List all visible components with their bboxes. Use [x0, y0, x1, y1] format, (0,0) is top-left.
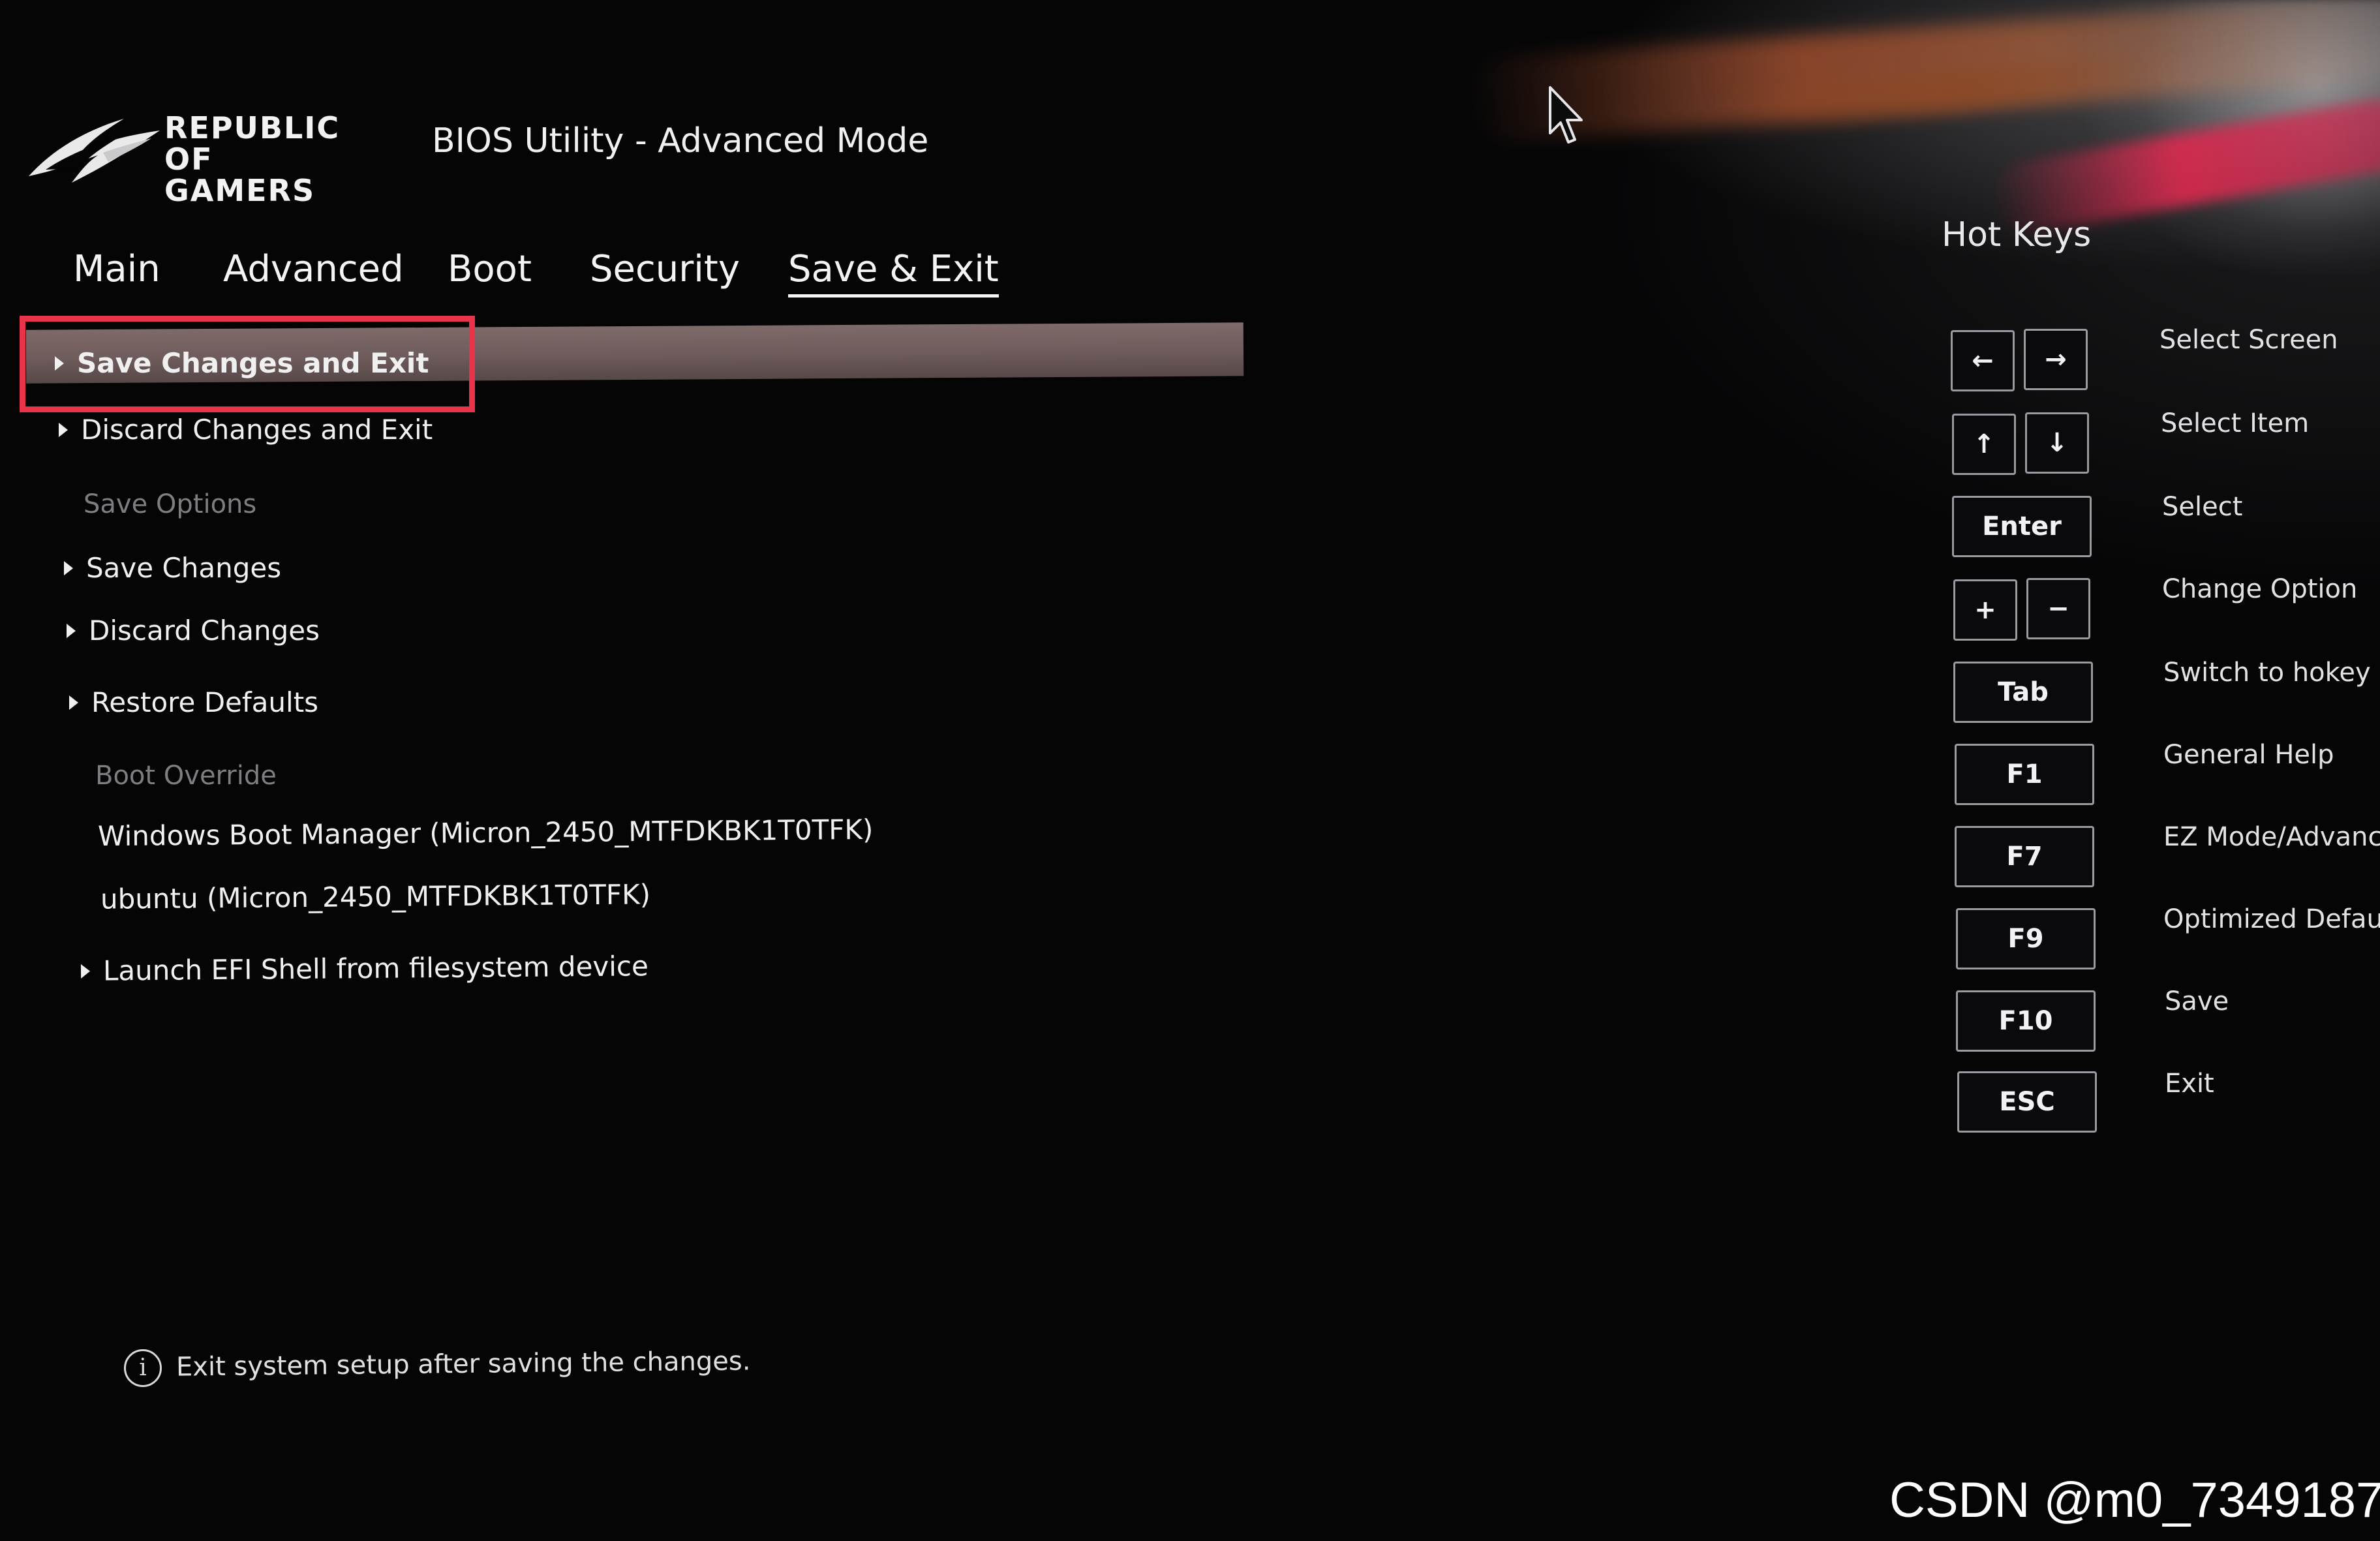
- tab-save-exit[interactable]: Save & Exit: [788, 248, 999, 298]
- key-f10: F10: [1956, 990, 2096, 1052]
- key-right-arrow: →: [2024, 329, 2088, 390]
- help-text: Exit system setup after saving the chang…: [175, 1346, 751, 1382]
- rog-logo: REPUBLIC OF GAMERS: [26, 98, 398, 206]
- background-glow: [2088, 0, 2380, 274]
- key-enter: Enter: [1952, 496, 2092, 557]
- chevron-right-icon: [80, 964, 91, 979]
- section-label-save-options: Save Options: [84, 489, 257, 519]
- key-up-arrow: ↑: [1952, 414, 2016, 475]
- hotkey-desc-optimized-defaults: Optimized Default: [2163, 904, 2380, 934]
- app-title: BIOS Utility - Advanced Mode: [432, 121, 929, 160]
- background-swoosh-orange: [1466, 0, 2380, 144]
- watermark: CSDN @m0_73491872: [1889, 1472, 2380, 1528]
- chevron-right-icon: [69, 695, 78, 710]
- key-f9: F9: [1956, 908, 2096, 969]
- bios-screen: REPUBLIC OF GAMERS BIOS Utility - Advanc…: [0, 0, 2380, 1541]
- hotkey-desc-exit: Exit: [2165, 1069, 2214, 1099]
- selection-annotation-box: [20, 316, 475, 412]
- hotkey-desc-ez-mode: EZ Mode/Advanced: [2163, 822, 2380, 852]
- hotkeys-title: Hot Keys: [1942, 215, 2092, 254]
- key-down-arrow: ↓: [2025, 412, 2089, 474]
- chevron-right-icon: [67, 624, 76, 638]
- key-tab: Tab: [1953, 662, 2093, 723]
- chevron-right-icon: [64, 561, 73, 575]
- menu-item-label: Save Changes: [86, 552, 282, 584]
- menu-item-restore-defaults[interactable]: Restore Defaults: [69, 686, 318, 718]
- menu-item-windows-boot-manager[interactable]: Windows Boot Manager (Micron_2450_MTFDKB…: [98, 814, 874, 852]
- key-esc: ESC: [1957, 1071, 2097, 1133]
- key-minus: −: [2026, 578, 2090, 639]
- hotkey-desc-select-item: Select Item: [2161, 408, 2310, 438]
- tab-advanced[interactable]: Advanced: [223, 248, 404, 290]
- key-f1: F1: [1955, 744, 2094, 805]
- menu-item-launch-efi-shell[interactable]: Launch EFI Shell from filesystem device: [80, 950, 649, 987]
- logo-text: REPUBLIC OF GAMERS: [164, 110, 341, 208]
- menu-item-discard-changes[interactable]: Discard Changes: [67, 615, 320, 647]
- rog-eye-icon: [29, 119, 160, 183]
- tab-boot[interactable]: Boot: [448, 248, 532, 290]
- hotkey-desc-save: Save: [2165, 986, 2229, 1016]
- menu-item-label: Restore Defaults: [91, 686, 319, 718]
- mouse-cursor-icon: [1549, 86, 1583, 144]
- hotkey-desc-select: Select: [2162, 492, 2243, 522]
- tab-main[interactable]: Main: [73, 248, 160, 290]
- background-swoosh-brown: [1728, 48, 2187, 135]
- menu-item-discard-changes-and-exit[interactable]: Discard Changes and Exit: [59, 414, 433, 446]
- hotkey-desc-select-screen: Select Screen: [2159, 325, 2338, 355]
- key-f7: F7: [1955, 826, 2094, 887]
- tab-security[interactable]: Security: [590, 248, 740, 290]
- key-plus: +: [1953, 579, 2017, 641]
- menu-item-ubuntu[interactable]: ubuntu (Micron_2450_MTFDKBK1T0TFK): [100, 878, 650, 915]
- key-left-arrow: ←: [1951, 330, 2015, 391]
- menu-item-save-changes[interactable]: Save Changes: [64, 552, 281, 584]
- info-icon: i: [124, 1349, 162, 1387]
- chevron-right-icon: [59, 423, 68, 437]
- section-label-boot-override: Boot Override: [95, 761, 277, 791]
- hotkey-desc-general-help: General Help: [2163, 740, 2334, 770]
- hotkey-desc-switch-hotkey-list: Switch to hokey lis: [2163, 658, 2380, 688]
- hotkey-desc-change-option: Change Option: [2162, 574, 2358, 604]
- menu-item-label: Launch EFI Shell from filesystem device: [102, 950, 649, 987]
- menu-item-label: Discard Changes and Exit: [81, 414, 433, 446]
- menu-item-label: Discard Changes: [89, 615, 320, 647]
